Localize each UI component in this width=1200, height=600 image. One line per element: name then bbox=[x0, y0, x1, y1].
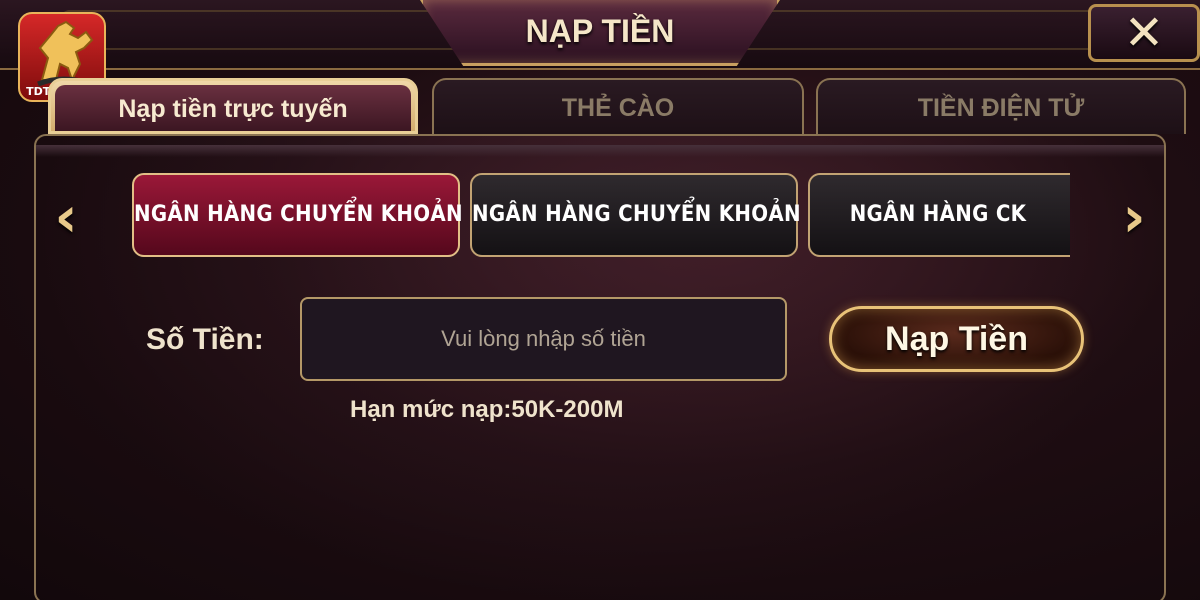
bank-option-5[interactable]: NGÂN HÀNG CHUYỂN KHOẢN 5 bbox=[470, 173, 822, 257]
tab-online-deposit[interactable]: Nạp tiền trực tuyến bbox=[48, 78, 418, 134]
panel-top-strip bbox=[36, 145, 1164, 157]
deposit-button[interactable]: Nạp Tiền bbox=[829, 306, 1084, 372]
amount-label: Số Tiền: bbox=[146, 323, 264, 356]
deposit-limit-text: Hạn mức nạp:50K-200M bbox=[350, 396, 624, 423]
page-title: NẠP TIỀN bbox=[525, 13, 675, 49]
tab-label: Nạp tiền trực tuyến bbox=[55, 85, 411, 131]
bank-list: NGÂN HÀNG CHUYỂN KHOẢN 6 NGÂN HÀNG CHUYỂ… bbox=[130, 173, 1070, 257]
close-button[interactable]: ✕ bbox=[1088, 4, 1200, 62]
bank-option-ck[interactable]: NGÂN HÀNG CK bbox=[808, 173, 1070, 257]
tab-e-wallet[interactable]: TIỀN ĐIỆN TỬ bbox=[816, 78, 1186, 134]
amount-input[interactable] bbox=[300, 297, 787, 381]
next-arrow-icon[interactable]: › bbox=[1114, 190, 1154, 250]
bank-option-6[interactable]: NGÂN HÀNG CHUYỂN KHOẢN 6 bbox=[132, 173, 484, 257]
tab-scratch-card[interactable]: THẺ CÀO bbox=[432, 78, 804, 134]
prev-arrow-icon[interactable]: ‹ bbox=[46, 190, 86, 250]
